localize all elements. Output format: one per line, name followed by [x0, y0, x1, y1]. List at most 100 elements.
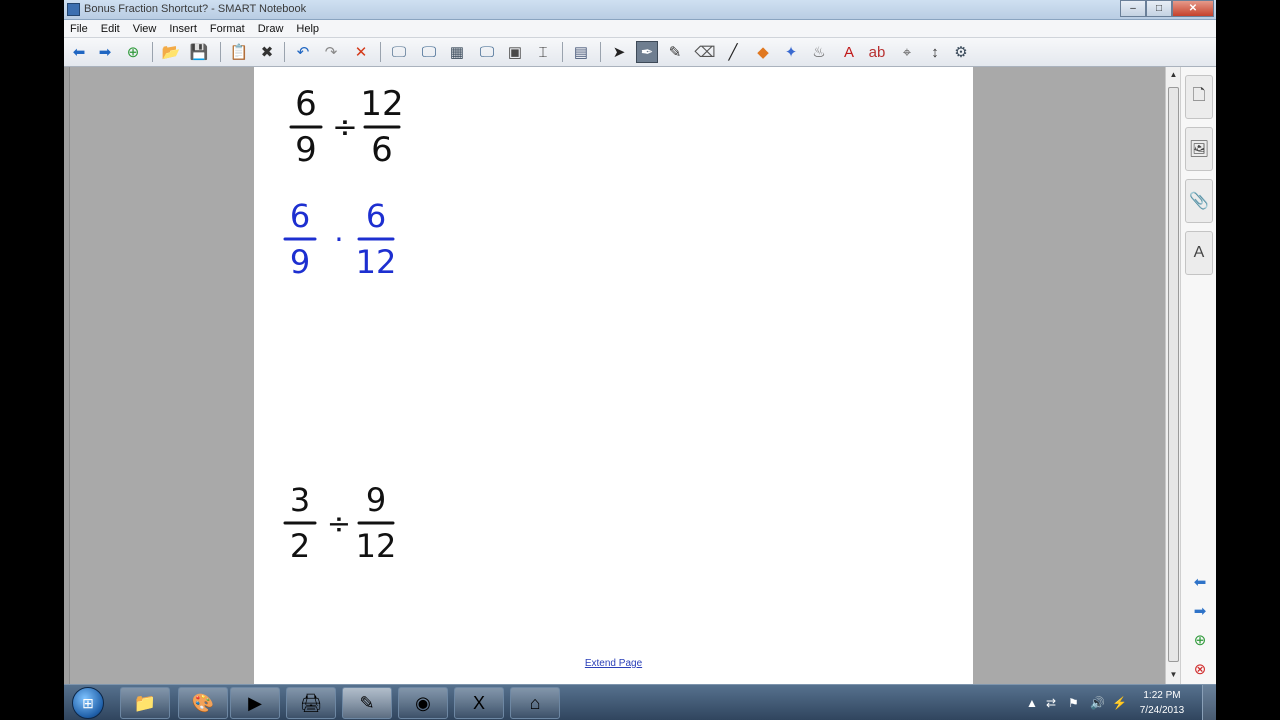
fill-icon[interactable]: ♨ — [808, 41, 830, 63]
toolbar-separator — [284, 42, 285, 62]
recognize-icon[interactable]: ab — [866, 41, 888, 63]
numerator: 6 — [366, 197, 386, 235]
toolbar-separator — [600, 42, 601, 62]
numerator: 3 — [290, 481, 310, 519]
menu-draw[interactable]: Draw — [258, 23, 284, 35]
side-tabs: 🗋 🖼 📎 A ⬅ ➡ ⊕ ⊗ — [1180, 67, 1216, 684]
toolbar-separator — [380, 42, 381, 62]
show-desktop-button[interactable] — [1202, 685, 1216, 720]
line-icon[interactable]: ╱ — [722, 41, 744, 63]
fraction-problem[interactable]: 6 9 ÷12 6 — [289, 84, 404, 170]
tray-icon[interactable]: ▲ — [1026, 685, 1038, 720]
full-screen-icon[interactable]: 🖵 — [418, 41, 440, 63]
tray-icon[interactable]: ⚑ — [1068, 685, 1079, 720]
undo-icon[interactable]: ↶ — [292, 41, 314, 63]
scroll-up-icon[interactable]: ▲ — [1166, 67, 1181, 82]
scroll-down-icon[interactable]: ▼ — [1166, 667, 1181, 682]
operator: ÷ — [332, 110, 358, 145]
tray-icon[interactable]: 🔊 — [1090, 685, 1105, 720]
extend-page-link[interactable]: Extend Page — [254, 658, 973, 669]
denominator: 9 — [290, 243, 310, 281]
vertical-scrollbar[interactable]: ▲ ▼ — [1165, 67, 1180, 684]
tray-icon[interactable]: ⚡ — [1112, 685, 1127, 720]
table-icon[interactable]: ▤ — [570, 41, 592, 63]
operator: · — [334, 222, 343, 256]
clock[interactable]: 1:22 PM 7/24/2013 — [1132, 688, 1192, 718]
title-bar: Bonus Fraction Shortcut? - SMART Noteboo… — [64, 0, 1216, 20]
taskbar-paint[interactable]: 🎨 — [178, 687, 228, 719]
denominator: 9 — [295, 130, 317, 170]
maximize-button[interactable]: □ — [1146, 0, 1172, 17]
window-controls: – □ ✕ — [1120, 0, 1214, 18]
denominator: 6 — [371, 130, 393, 170]
open-file-icon[interactable]: 📂 — [160, 41, 182, 63]
menu-help[interactable]: Help — [296, 23, 319, 35]
numerator: 12 — [360, 84, 403, 124]
close-button[interactable]: ✕ — [1172, 0, 1214, 17]
text-icon[interactable]: A — [838, 41, 860, 63]
screen: Bonus Fraction Shortcut? - SMART Noteboo… — [64, 0, 1216, 720]
denominator: 12 — [356, 527, 397, 565]
taskbar: ⊞ 1:22 PM 7/24/2013 📁 🎨 ▶ 🖨 ✎ ◉ X ⌂ ▲ ⇄ ⚑ 🔊 ⚡ — [64, 684, 1216, 720]
denominator: 12 — [356, 243, 397, 281]
customize-icon[interactable]: ⚙ — [950, 41, 972, 63]
scroll-thumb[interactable] — [1168, 87, 1179, 662]
menu-bar: File Edit View Insert Format Draw Help — [64, 20, 1216, 38]
operator: ÷ — [327, 506, 351, 540]
ink-layer: 69÷12669·61232÷912 — [283, 84, 404, 565]
taskbar-media-player[interactable]: ▶ — [230, 687, 280, 719]
menu-format[interactable]: Format — [210, 23, 245, 35]
clock-date: 7/24/2013 — [1139, 705, 1185, 716]
add-page-icon[interactable]: ⊕ — [122, 41, 144, 63]
fraction-problem[interactable]: 6 9 · 6 12 — [283, 197, 397, 281]
smart-notebook-icon — [67, 3, 80, 16]
add-page-side-icon[interactable]: ⊕ — [1189, 629, 1211, 651]
clock-time: 1:22 PM — [1143, 690, 1181, 701]
taskbar-smart-notebook[interactable]: ✎ — [342, 687, 392, 719]
page-sorter-tab[interactable]: 🗋 — [1185, 75, 1213, 119]
menu-insert[interactable]: Insert — [169, 23, 197, 35]
left-pane-edge[interactable] — [64, 67, 70, 684]
start-button[interactable]: ⊞ — [72, 687, 104, 719]
menu-file[interactable]: File — [70, 23, 88, 35]
forward-icon[interactable]: ➡ — [94, 41, 116, 63]
transparent-bg-icon[interactable]: ▦ — [446, 41, 468, 63]
tray-icon[interactable]: ⇄ — [1046, 685, 1056, 720]
eraser-icon[interactable]: ⌫ — [694, 41, 716, 63]
pen-icon[interactable]: ✒ — [636, 41, 658, 63]
menu-edit[interactable]: Edit — [101, 23, 120, 35]
screen-capture-icon[interactable]: ▣ — [504, 41, 526, 63]
creative-pen-icon[interactable]: ✎ — [664, 41, 686, 63]
shapes-icon[interactable]: ◆ — [752, 41, 774, 63]
dual-page-icon[interactable]: 🖵 — [476, 41, 498, 63]
save-icon[interactable]: 💾 — [188, 41, 210, 63]
paste-icon[interactable]: 📋 — [228, 41, 250, 63]
magic-pen-icon[interactable]: ✦ — [780, 41, 802, 63]
screen-shade-icon[interactable]: 🖵 — [388, 41, 410, 63]
properties-icon[interactable]: ⌖ — [896, 41, 918, 63]
taskbar-printer[interactable]: 🖨 — [286, 687, 336, 719]
menu-view[interactable]: View — [133, 23, 157, 35]
previous-page-icon[interactable]: ⬅ — [1189, 571, 1211, 593]
taskbar-explorer[interactable]: 📁 — [120, 687, 170, 719]
taskbar-chrome[interactable]: ◉ — [398, 687, 448, 719]
numerator: 6 — [295, 84, 317, 124]
numerator: 6 — [290, 197, 310, 235]
properties-tab[interactable]: A — [1185, 231, 1213, 275]
back-icon[interactable]: ⬅ — [68, 41, 90, 63]
whiteboard-page[interactable]: 6 9 ÷ 12 6 6 9 · 6 12 3 2 ÷ 9 12 Extend Page — [254, 67, 973, 684]
delete-icon[interactable]: ✖ — [256, 41, 278, 63]
minimize-button[interactable]: – — [1120, 0, 1146, 17]
clear-icon[interactable]: ✕ — [350, 41, 372, 63]
delete-page-icon[interactable]: ⊗ — [1189, 658, 1211, 680]
select-icon[interactable]: ➤ — [608, 41, 630, 63]
gallery-tab[interactable]: 🖼 — [1185, 127, 1213, 171]
taskbar-app[interactable]: ⌂ — [510, 687, 560, 719]
attachments-tab[interactable]: 📎 — [1185, 179, 1213, 223]
taskbar-excel[interactable]: X — [454, 687, 504, 719]
move-toolbar-icon[interactable]: ↕ — [924, 41, 946, 63]
document-camera-icon[interactable]: ⌶ — [532, 41, 554, 63]
fraction-problem[interactable]: 3 2 ÷ 9 12 — [283, 481, 397, 565]
redo-icon[interactable]: ↷ — [320, 41, 342, 63]
next-page-icon[interactable]: ➡ — [1189, 600, 1211, 622]
